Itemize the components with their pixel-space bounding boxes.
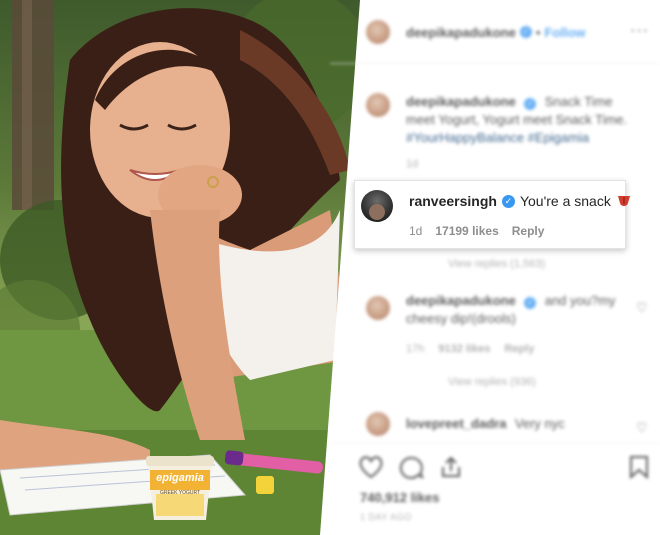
caption: deepikapadukone ✓ Snack Time meet Yogurt… bbox=[406, 93, 641, 147]
separator-dot: • bbox=[535, 24, 541, 40]
comment-avatar[interactable] bbox=[366, 296, 390, 320]
follow-button[interactable]: Follow bbox=[544, 25, 585, 40]
view-replies-link[interactable]: View replies (1,563) bbox=[448, 258, 545, 270]
header-username[interactable]: deepikapadukone bbox=[406, 25, 516, 40]
product-flavor: GREEK YOGURT bbox=[159, 490, 201, 496]
comment-deepika: deepikapadukone ✓ and you?my cheesy dip!… bbox=[406, 292, 631, 328]
comment-text: You're a snack bbox=[519, 193, 611, 209]
product-brand: epigamia bbox=[156, 472, 204, 484]
caption-age: 1d bbox=[406, 158, 419, 170]
bookmark-icon[interactable] bbox=[628, 454, 650, 480]
post-age: 1 DAY AGO bbox=[360, 512, 412, 522]
comment-avatar[interactable] bbox=[366, 412, 390, 436]
comment-age: 17h bbox=[406, 343, 425, 355]
comment-likes[interactable]: 17199 likes bbox=[435, 224, 498, 238]
tongue-emoji-icon bbox=[617, 196, 630, 206]
avatar[interactable] bbox=[361, 190, 393, 222]
comment-reply-button[interactable]: Reply bbox=[512, 224, 545, 238]
caption-avatar[interactable] bbox=[366, 93, 390, 117]
comment-like-icon[interactable]: ♡ bbox=[636, 300, 648, 316]
comment-like-icon[interactable]: ♡ bbox=[636, 420, 648, 436]
comment-meta: 1d 17199 likes Reply bbox=[409, 224, 544, 238]
header-divider bbox=[330, 63, 660, 64]
comment-icon[interactable] bbox=[398, 455, 424, 481]
verified-badge-icon: ✓ bbox=[524, 98, 537, 110]
caption-hashtags[interactable]: #YourHappyBalance #Epigamia bbox=[406, 130, 589, 145]
avatar[interactable] bbox=[366, 20, 390, 44]
likes-count[interactable]: 740,912 likes bbox=[360, 490, 440, 505]
post-header: deepikapadukone ✓ • Follow bbox=[366, 20, 586, 44]
actions-divider bbox=[330, 442, 660, 443]
comment-likes[interactable]: 9132 likes bbox=[438, 343, 490, 355]
comment-reply[interactable]: Reply bbox=[504, 343, 534, 355]
caption-username[interactable]: deepikapadukone bbox=[406, 94, 516, 109]
comment-age: 1d bbox=[409, 224, 423, 238]
comment-username[interactable]: deepikapadukone bbox=[406, 293, 516, 308]
comment-text: Very nyc bbox=[514, 416, 565, 431]
comment-username[interactable]: ranveersingh bbox=[409, 193, 497, 209]
comment-lovepreet: lovepreet_dadra Very nyc bbox=[406, 415, 565, 433]
share-icon[interactable] bbox=[438, 454, 464, 480]
comment-username[interactable]: lovepreet_dadra bbox=[406, 416, 506, 431]
heart-icon[interactable] bbox=[358, 455, 384, 479]
highlighted-comment-card: ranveersingh ✓ You're a snack 1d 17199 l… bbox=[354, 180, 630, 249]
verified-badge-icon: ✓ bbox=[519, 26, 532, 38]
verified-badge-icon: ✓ bbox=[524, 297, 537, 309]
post-side-panel: deepikapadukone ✓ • Follow ··· deepikapa… bbox=[330, 0, 660, 535]
view-replies-link[interactable]: View replies (936) bbox=[448, 376, 536, 388]
verified-badge-icon: ✓ bbox=[501, 194, 515, 208]
comment-meta: 17h 9132 likes Reply bbox=[406, 343, 534, 355]
more-icon[interactable]: ··· bbox=[630, 22, 649, 40]
comment-line: ranveersingh ✓ You're a snack bbox=[409, 193, 632, 209]
